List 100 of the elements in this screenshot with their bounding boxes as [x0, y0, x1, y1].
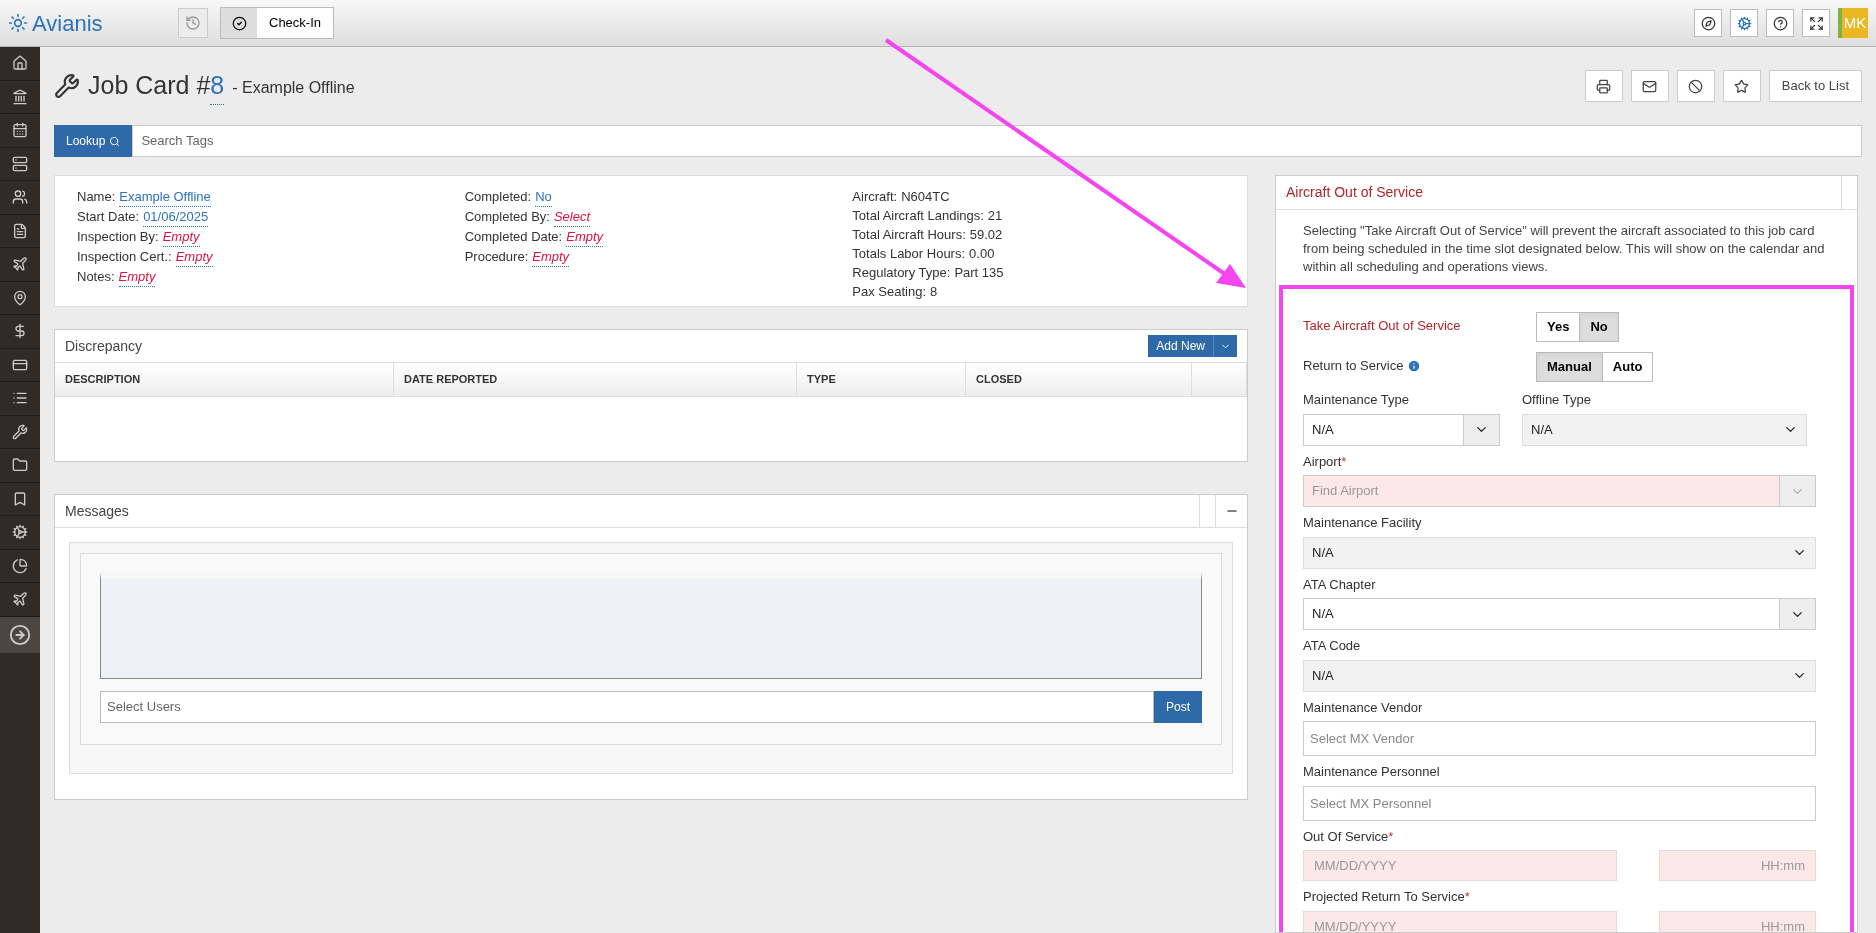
required-mark: * — [1464, 888, 1470, 906]
input-field[interactable]: Select MX Personnel — [1303, 785, 1816, 821]
plane-icon — [12, 256, 28, 273]
detail-value: 21 — [987, 207, 1003, 225]
detail-label: Aircraft: — [852, 188, 898, 206]
detail-empty-link[interactable]: Empty — [175, 247, 213, 267]
select-field[interactable]: N/A — [1303, 413, 1500, 446]
select-users-field[interactable]: Select Users — [100, 691, 1154, 723]
field-label: Maintenance Type — [1303, 391, 1409, 409]
ban-icon — [1688, 78, 1704, 94]
help-icon — [1772, 15, 1788, 31]
detail-empty-link[interactable]: Empty — [118, 267, 156, 287]
detail-value: 8 — [930, 283, 938, 301]
home-icon — [12, 55, 28, 72]
date-field[interactable]: MM/DD/YYYY — [1303, 850, 1617, 881]
detail-label: Total Aircraft Landings: — [852, 207, 984, 225]
select-field[interactable]: N/A — [1303, 536, 1816, 569]
pie-chart-icon — [12, 557, 28, 574]
gear-icon — [1736, 15, 1752, 31]
wrench-icon — [54, 73, 80, 99]
add-new-button[interactable]: Add New — [1148, 335, 1237, 357]
select-field[interactable]: N/A — [1303, 659, 1816, 692]
toggle-option[interactable]: Manual — [1537, 353, 1602, 381]
column-header[interactable]: TYPE — [797, 363, 966, 396]
search-field[interactable]: Search Tags — [132, 125, 1862, 157]
toolbar-button[interactable] — [1802, 9, 1830, 37]
field-label: Maintenance Facility — [1303, 514, 1422, 532]
panel-title: Discrepancy — [65, 336, 143, 356]
sidebar-expand-button[interactable] — [0, 616, 40, 653]
detail-label: Name: — [77, 188, 116, 206]
star-icon — [1734, 78, 1750, 94]
required-mark: * — [1341, 452, 1347, 471]
field-label: ATA Chapter — [1303, 575, 1376, 594]
detail-label: Notes: — [77, 268, 115, 286]
detail-label: Procedure: — [464, 248, 529, 266]
field-label: ATA Code — [1303, 637, 1361, 655]
dollar-icon — [12, 323, 28, 340]
arrow-right-icon — [9, 623, 31, 646]
back-to-list-button[interactable]: Back to List — [1768, 70, 1862, 102]
server-icon — [12, 155, 28, 172]
mail-icon — [1642, 78, 1658, 94]
date-field[interactable]: MM/DD/YYYY — [1303, 910, 1617, 932]
column-header[interactable]: CLOSED — [966, 363, 1192, 396]
info-icon — [1407, 358, 1422, 373]
field-label: Out Of Service — [1303, 827, 1389, 846]
detail-label: Inspection Cert.: — [77, 248, 172, 266]
detail-label: Regulatory Type: — [852, 264, 951, 282]
bookmark-icon — [12, 490, 28, 507]
field-label: Offline Type — [1522, 391, 1591, 409]
toggle-option[interactable]: No — [1579, 313, 1618, 341]
detail-empty-link[interactable]: Empty — [566, 227, 604, 247]
detail-empty-link[interactable]: Empty — [162, 227, 200, 247]
select-field[interactable]: N/A — [1522, 413, 1807, 446]
detail-label: Pax Seating: — [852, 283, 927, 301]
action-button[interactable] — [1676, 70, 1715, 102]
job-number-link[interactable]: 8 — [210, 66, 225, 106]
calendar-icon — [12, 122, 28, 139]
detail-label: Completed: — [464, 188, 532, 206]
detail-label: Inspection By: — [77, 228, 159, 246]
panel-title: Aircraft Out of Service — [1285, 183, 1424, 202]
page-subtitle: - Example Offline — [232, 78, 355, 98]
action-button[interactable] — [1630, 70, 1669, 102]
check-circle-icon — [231, 15, 247, 31]
detail-label: Completed Date: — [464, 228, 563, 246]
wrench-icon — [12, 423, 28, 440]
map-pin-icon — [12, 289, 28, 306]
post-button[interactable]: Post — [1154, 691, 1202, 723]
plane-tile-icon — [12, 591, 28, 608]
panel-description: Selecting "Take Aircraft Out of Service" will prevent the aircraft associated to this job card from being scheduled in the time slot designated below. This will show on the calendar and within all scheduling and operations views. — [1302, 222, 1826, 276]
field-label: Projected Return To Service — [1303, 888, 1465, 906]
required-mark: * — [1388, 827, 1394, 846]
detail-link[interactable]: 01/06/2025 — [143, 207, 209, 227]
detail-link[interactable]: No — [535, 187, 552, 207]
panel-title: Messages — [65, 501, 129, 521]
logo-icon — [8, 13, 28, 33]
check-in-button[interactable]: Check-In — [220, 7, 335, 39]
toggle-label: Return to Service — [1303, 357, 1404, 375]
time-field[interactable]: HH:mm — [1659, 850, 1816, 881]
column-header[interactable]: DATE REPORTED — [394, 363, 797, 396]
toolbar-button[interactable] — [1694, 9, 1722, 37]
detail-empty-link[interactable]: Select — [553, 207, 591, 227]
history-icon — [185, 15, 201, 31]
column-header[interactable]: DESCRIPTION — [55, 363, 394, 396]
page-title: Job Card # — [88, 70, 211, 102]
input-field[interactable]: Select MX Vendor — [1303, 721, 1816, 756]
lookup-button[interactable]: Lookup — [54, 125, 133, 157]
detail-label: Completed By: — [464, 208, 550, 226]
detail-link[interactable]: Example Offline — [119, 187, 211, 207]
detail-value: 59.02 — [969, 226, 1003, 244]
people-icon — [12, 189, 28, 206]
time-field[interactable]: HH:mm — [1659, 910, 1816, 932]
action-button[interactable] — [1584, 70, 1623, 102]
action-button[interactable] — [1722, 70, 1761, 102]
select-field[interactable]: N/A — [1303, 598, 1816, 630]
print-icon — [1596, 78, 1612, 94]
field-label: Maintenance Personnel — [1303, 763, 1440, 781]
detail-empty-link[interactable]: Empty — [532, 247, 570, 267]
detail-label: Start Date: — [77, 208, 140, 226]
detail-value: N604TC — [901, 188, 950, 206]
toolbar-button[interactable] — [1766, 9, 1794, 37]
